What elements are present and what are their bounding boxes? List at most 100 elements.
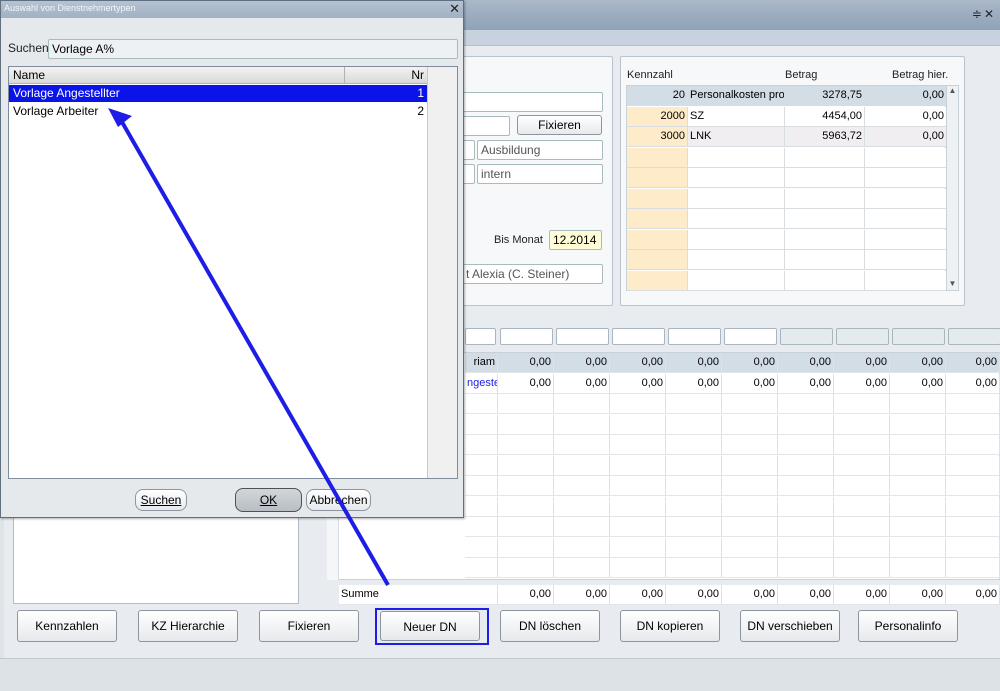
grid-cell-empty[interactable] <box>627 229 688 250</box>
table-cell-empty[interactable] <box>890 496 946 517</box>
grid-cell-empty[interactable] <box>688 188 785 209</box>
table-cell-empty[interactable] <box>610 558 666 578</box>
table-cell-empty[interactable] <box>498 414 554 435</box>
table-cell-empty[interactable] <box>554 394 610 414</box>
table-cell-empty[interactable] <box>666 517 722 537</box>
table-cell-empty[interactable] <box>778 435 834 455</box>
scroll-down-icon[interactable]: ▼ <box>947 279 958 290</box>
table-cell-empty[interactable] <box>610 496 666 517</box>
table-cell-empty[interactable] <box>666 414 722 435</box>
fixieren-button[interactable]: Fixieren <box>259 610 359 642</box>
grid-cell-empty[interactable] <box>785 147 865 168</box>
column-filter-field[interactable] <box>724 328 777 345</box>
grid-cell-hier[interactable]: 0,00 <box>865 106 947 127</box>
table-cell-empty[interactable] <box>554 455 610 476</box>
grid-cell-empty[interactable] <box>688 147 785 168</box>
table-cell-empty[interactable] <box>498 558 554 578</box>
list-item-vorlage-angestellter[interactable]: Vorlage Angestellter 1 <box>9 85 429 102</box>
grid-cell-empty[interactable] <box>688 209 785 229</box>
table-cell-empty[interactable] <box>666 394 722 414</box>
lower-left-list[interactable] <box>13 515 299 604</box>
table-cell-empty[interactable] <box>666 496 722 517</box>
table-cell-empty[interactable] <box>890 537 946 558</box>
table-cell-empty[interactable] <box>666 537 722 558</box>
table-cell-empty[interactable] <box>834 558 890 578</box>
table-cell-value[interactable]: 0,00 <box>610 353 666 373</box>
form-field-1[interactable] <box>462 92 603 112</box>
table-cell-empty[interactable] <box>610 394 666 414</box>
table-cell-empty[interactable] <box>890 435 946 455</box>
table-cell-empty[interactable] <box>722 476 778 496</box>
table-cell-empty[interactable] <box>498 496 554 517</box>
table-cell-empty[interactable] <box>946 414 1000 435</box>
table-cell-empty[interactable] <box>722 558 778 578</box>
table-cell-empty[interactable] <box>946 435 1000 455</box>
table-cell-value[interactable]: 0,00 <box>890 353 946 373</box>
grid-cell-empty[interactable] <box>865 147 947 168</box>
table-cell-value[interactable]: 0,00 <box>498 353 554 373</box>
column-filter-field[interactable] <box>836 328 889 345</box>
table-cell-empty[interactable] <box>666 435 722 455</box>
abbrechen-button[interactable]: Abbrechen <box>306 489 371 511</box>
column-filter-field[interactable] <box>668 328 721 345</box>
table-cell-empty[interactable] <box>778 414 834 435</box>
ausbildung-field[interactable]: Ausbildung <box>477 140 603 160</box>
column-filter-field[interactable] <box>948 328 1000 345</box>
table-cell-empty[interactable] <box>890 558 946 578</box>
table-cell-empty[interactable] <box>946 496 1000 517</box>
table-cell-empty[interactable] <box>465 455 498 476</box>
row-label[interactable]: ngeste <box>465 373 498 394</box>
table-cell-empty[interactable] <box>465 435 498 455</box>
column-header-name[interactable]: Name <box>9 67 345 84</box>
table-cell-empty[interactable] <box>498 394 554 414</box>
table-cell-empty[interactable] <box>834 394 890 414</box>
grid-cell-empty[interactable] <box>865 188 947 209</box>
table-cell-empty[interactable] <box>554 517 610 537</box>
table-cell-empty[interactable] <box>946 517 1000 537</box>
table-cell-empty[interactable] <box>946 558 1000 578</box>
table-cell-empty[interactable] <box>778 496 834 517</box>
grid-cell-empty[interactable] <box>785 209 865 229</box>
table-cell-empty[interactable] <box>610 455 666 476</box>
table-cell-value[interactable]: 0,00 <box>666 373 722 394</box>
table-cell-empty[interactable] <box>778 394 834 414</box>
table-cell-empty[interactable] <box>666 558 722 578</box>
ok-button[interactable]: OK <box>235 488 302 512</box>
table-cell-empty[interactable] <box>465 476 498 496</box>
table-cell-empty[interactable] <box>722 537 778 558</box>
grid-cell-empty[interactable] <box>688 250 785 270</box>
table-cell-empty[interactable] <box>722 496 778 517</box>
table-cell-empty[interactable] <box>465 394 498 414</box>
table-cell-empty[interactable] <box>610 517 666 537</box>
grid-cell-empty[interactable] <box>785 270 865 291</box>
table-cell-empty[interactable] <box>554 414 610 435</box>
table-cell-empty[interactable] <box>778 537 834 558</box>
dn-loeschen-button[interactable]: DN löschen <box>500 610 600 642</box>
table-cell-empty[interactable] <box>834 517 890 537</box>
column-header-nr[interactable]: Nr <box>345 67 429 84</box>
table-cell-empty[interactable] <box>722 414 778 435</box>
table-cell-empty[interactable] <box>890 455 946 476</box>
grid-cell-empty[interactable] <box>627 168 688 188</box>
table-cell-empty[interactable] <box>834 414 890 435</box>
table-cell-empty[interactable] <box>778 455 834 476</box>
table-cell-empty[interactable] <box>465 496 498 517</box>
grid-cell-name[interactable]: Personalkosten pro <box>688 86 785 106</box>
table-cell-empty[interactable] <box>465 414 498 435</box>
table-cell-empty[interactable] <box>465 537 498 558</box>
scroll-up-icon[interactable]: ▲ <box>947 86 958 97</box>
grid-cell-empty[interactable] <box>627 270 688 291</box>
table-cell-empty[interactable] <box>498 435 554 455</box>
grid-cell-empty[interactable] <box>688 168 785 188</box>
dn-verschieben-button[interactable]: DN verschieben <box>740 610 840 642</box>
main-window-controls[interactable]: ≑✕ <box>972 7 996 21</box>
table-cell-empty[interactable] <box>946 394 1000 414</box>
column-filter-field[interactable] <box>556 328 609 345</box>
table-cell-empty[interactable] <box>465 517 498 537</box>
grid-cell-key[interactable]: 2000 <box>627 106 688 127</box>
table-cell-value[interactable]: 0,00 <box>890 373 946 394</box>
table-cell-empty[interactable] <box>834 455 890 476</box>
table-cell-empty[interactable] <box>554 496 610 517</box>
fixieren-small-button[interactable]: Fixieren <box>517 115 602 135</box>
table-cell-empty[interactable] <box>778 517 834 537</box>
